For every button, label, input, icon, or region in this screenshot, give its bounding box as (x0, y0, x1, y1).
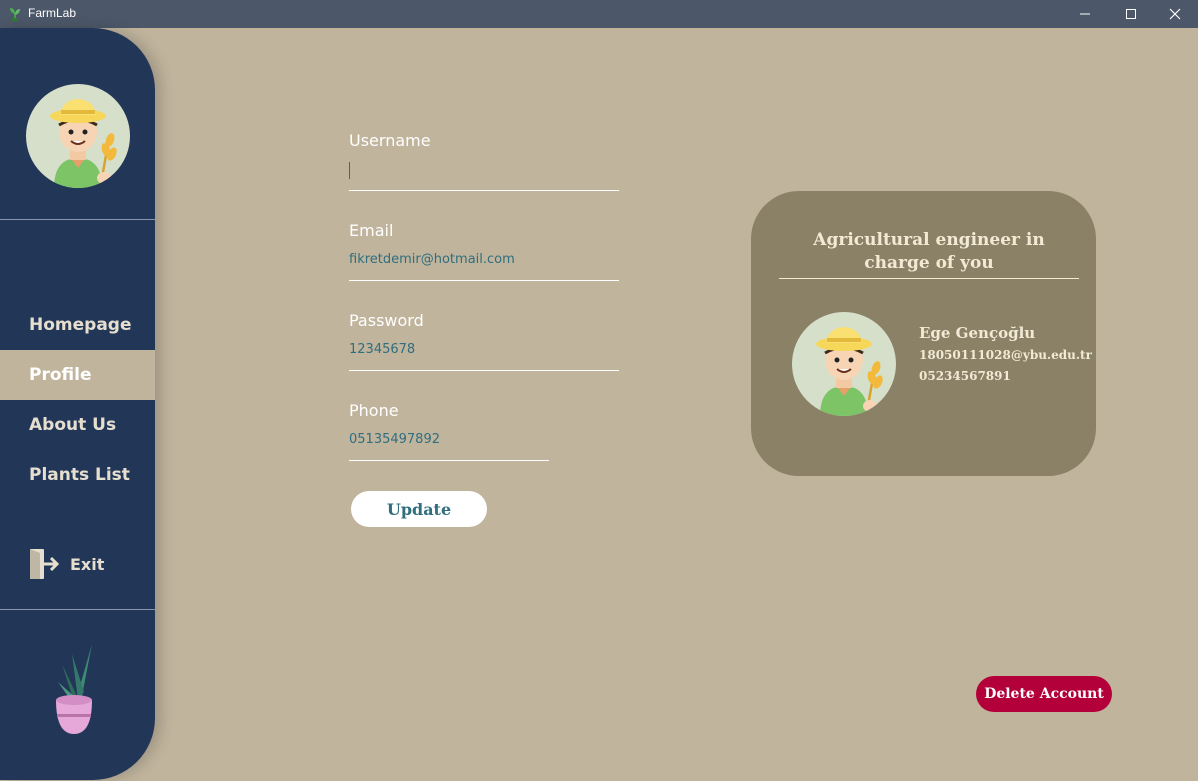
password-field: Password 12345678 (349, 311, 619, 371)
minimize-button[interactable] (1062, 0, 1108, 28)
farmer-avatar (26, 84, 130, 188)
engineer-email: 18050111028@ybu.edu.tr (919, 348, 1092, 362)
engineer-name: Ege Gençoğlu (919, 324, 1036, 342)
sidebar-divider-top (0, 219, 155, 220)
close-icon (1169, 8, 1181, 20)
email-input[interactable]: fikretdemir@hotmail.com (349, 252, 619, 270)
sidebar: Homepage Profile About Us Plants List Ex… (0, 28, 155, 780)
username-label: Username (349, 131, 431, 150)
nav-item-profile[interactable]: Profile (0, 350, 155, 400)
password-label: Password (349, 311, 424, 330)
username-input[interactable] (349, 162, 619, 180)
window-title: FarmLab (28, 6, 77, 20)
engineer-card: Agricultural engineer in charge of you E… (751, 191, 1096, 476)
username-underline (349, 190, 619, 191)
nav-item-homepage[interactable]: Homepage (0, 300, 155, 350)
update-button[interactable]: Update (351, 491, 487, 527)
title-bar: FarmLab (0, 0, 1198, 28)
email-field: Email fikretdemir@hotmail.com (349, 221, 619, 281)
phone-field: Phone 05135497892 (349, 401, 549, 461)
app-plant-icon (10, 8, 20, 21)
username-field: Username (349, 131, 619, 191)
exit-door-icon (30, 549, 60, 579)
engineer-avatar (792, 312, 896, 416)
nav-item-plants-list[interactable]: Plants List (0, 450, 155, 500)
maximize-button[interactable] (1108, 0, 1154, 28)
phone-label: Phone (349, 401, 399, 420)
phone-input[interactable]: 05135497892 (349, 432, 549, 450)
close-button[interactable] (1152, 0, 1198, 28)
password-input[interactable]: 12345678 (349, 342, 619, 360)
engineer-phone: 05234567891 (919, 369, 1011, 383)
engineer-card-divider (779, 278, 1079, 279)
phone-underline (349, 460, 549, 461)
email-label: Email (349, 221, 394, 240)
maximize-icon (1126, 9, 1136, 19)
sidebar-divider-bottom (0, 609, 155, 610)
exit-button[interactable]: Exit (28, 548, 104, 580)
potted-plant-illustration (56, 644, 92, 734)
email-underline (349, 280, 619, 281)
password-underline (349, 370, 619, 371)
delete-account-button[interactable]: Delete Account (976, 676, 1112, 712)
minimize-icon (1080, 13, 1090, 15)
engineer-card-heading: Agricultural engineer in charge of you (813, 230, 1045, 273)
nav-item-about-us[interactable]: About Us (0, 400, 155, 450)
exit-label: Exit (70, 554, 105, 574)
